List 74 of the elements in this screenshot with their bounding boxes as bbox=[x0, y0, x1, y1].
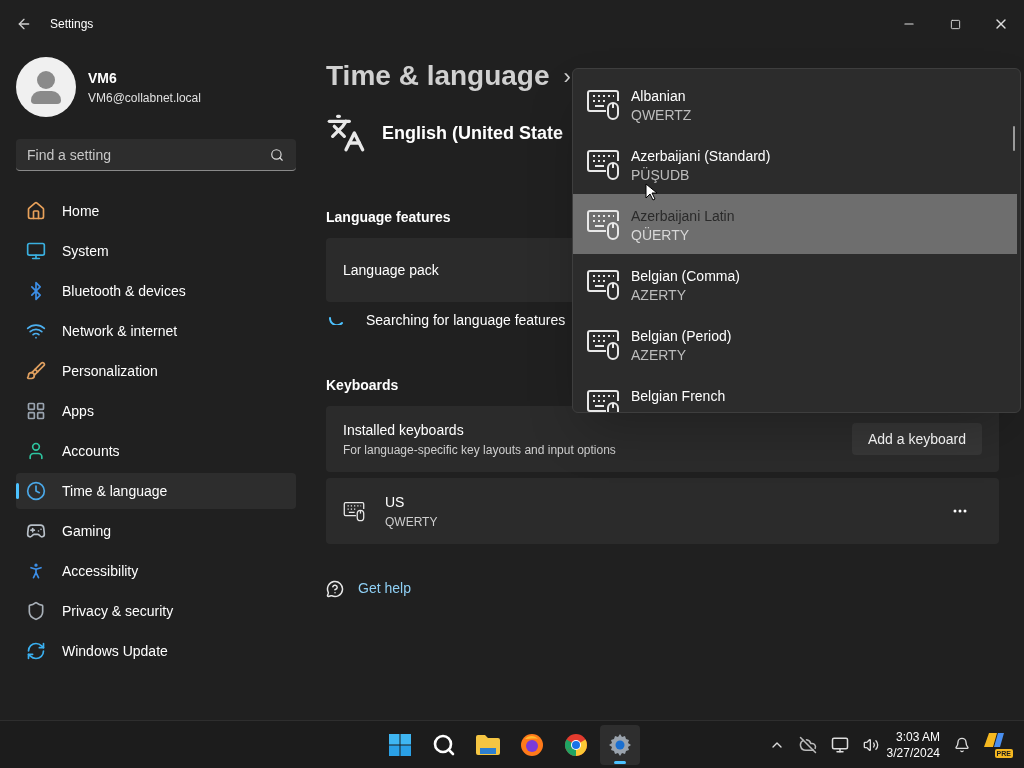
keyboard-name: US bbox=[385, 492, 406, 512]
wifi-icon bbox=[26, 321, 46, 341]
shield-icon bbox=[26, 601, 46, 621]
language-pack-label: Language pack bbox=[343, 260, 439, 280]
dropdown-item[interactable]: Albanian QWERTZ bbox=[573, 74, 1017, 134]
browser-fox-icon bbox=[520, 733, 544, 757]
nav-item[interactable]: Time & language bbox=[16, 473, 296, 509]
dropdown-item[interactable]: Belgian (Period) AZERTY bbox=[573, 314, 1017, 374]
installed-keyboards-title: Installed keyboards bbox=[343, 420, 465, 440]
nav-item[interactable]: Home bbox=[16, 193, 296, 229]
nav-item[interactable]: Windows Update bbox=[16, 633, 296, 669]
restore-icon bbox=[949, 18, 961, 30]
keyboard-icon bbox=[586, 147, 620, 181]
section-heading: Language features bbox=[326, 208, 451, 227]
user-name: VM6 bbox=[88, 68, 118, 88]
status-text: Searching for language features bbox=[366, 310, 566, 330]
keyboard-layout: QWERTY bbox=[385, 513, 438, 531]
search-icon bbox=[270, 148, 284, 162]
gear-icon bbox=[608, 733, 632, 757]
keyboard-icon bbox=[586, 207, 620, 241]
nav-item[interactable]: Accounts bbox=[16, 433, 296, 469]
section-heading: Keyboards bbox=[326, 376, 399, 395]
breadcrumb-separator: › bbox=[563, 62, 571, 91]
mouse-cursor-icon bbox=[645, 183, 657, 201]
help-icon bbox=[326, 579, 344, 598]
apps-icon bbox=[26, 401, 46, 421]
bell-icon[interactable] bbox=[954, 736, 970, 753]
dropdown-item[interactable]: Belgian French bbox=[573, 374, 1017, 412]
running-indicator bbox=[614, 761, 626, 764]
more-icon bbox=[953, 509, 967, 513]
network-monitor-icon[interactable] bbox=[830, 735, 849, 754]
nav-item[interactable]: Gaming bbox=[16, 513, 296, 549]
update-icon bbox=[26, 641, 46, 661]
search-icon bbox=[432, 733, 456, 757]
add-keyboard-button[interactable]: Add a keyboard bbox=[851, 423, 982, 455]
window-title: Settings bbox=[50, 16, 94, 33]
clock-icon bbox=[26, 481, 46, 501]
keyboard-icon bbox=[586, 327, 620, 361]
installed-keyboards-subtitle: For language-specific key layouts and input options bbox=[343, 441, 616, 459]
nav-item[interactable]: Accessibility bbox=[16, 553, 296, 589]
person-icon bbox=[26, 441, 46, 461]
nav-item[interactable]: System bbox=[16, 233, 296, 269]
keyboard-icon bbox=[586, 267, 620, 301]
nav-item[interactable]: Privacy & security bbox=[16, 593, 296, 629]
dropdown-item[interactable]: Belgian (Comma) AZERTY bbox=[573, 254, 1017, 314]
keyboard-icon bbox=[586, 87, 620, 121]
avatar bbox=[16, 57, 76, 117]
search-field[interactable]: Find a setting bbox=[16, 139, 296, 171]
browser-chrome-icon bbox=[564, 733, 588, 757]
nav-item[interactable]: Apps bbox=[16, 393, 296, 429]
get-help-link[interactable]: Get help bbox=[358, 578, 411, 599]
windows-logo-icon bbox=[388, 733, 412, 757]
language-name: English (United State bbox=[382, 121, 563, 145]
cloud-off-icon[interactable] bbox=[798, 735, 817, 754]
brush-icon bbox=[26, 361, 46, 381]
folder-icon bbox=[475, 734, 501, 756]
scrollbar-thumb[interactable] bbox=[1013, 126, 1015, 151]
keyboard-icon bbox=[586, 387, 620, 412]
nav-item[interactable]: Network & internet bbox=[16, 313, 296, 349]
language-icon bbox=[326, 113, 366, 153]
loading-spinner-icon bbox=[329, 315, 343, 325]
gamepad-icon bbox=[26, 521, 46, 541]
copilot-icon[interactable] bbox=[984, 731, 1004, 748]
nav-item[interactable]: Personalization bbox=[16, 353, 296, 389]
home-icon bbox=[26, 201, 46, 221]
dropdown-item[interactable]: Azerbaijani (Standard) PÜŞUDB bbox=[573, 134, 1017, 194]
selection-indicator bbox=[16, 483, 19, 499]
dropdown-item[interactable]: Azerbaijani Latin QÜERTY bbox=[573, 194, 1017, 254]
user-email: VM6@collabnet.local bbox=[88, 89, 201, 107]
clock[interactable]: 3:03 AM 3/27/2024 bbox=[886, 728, 940, 761]
keyboard-icon bbox=[343, 500, 365, 522]
nav-item[interactable]: Bluetooth & devices bbox=[16, 273, 296, 309]
monitor-icon bbox=[26, 241, 46, 261]
page-title: Time & language bbox=[326, 59, 550, 93]
